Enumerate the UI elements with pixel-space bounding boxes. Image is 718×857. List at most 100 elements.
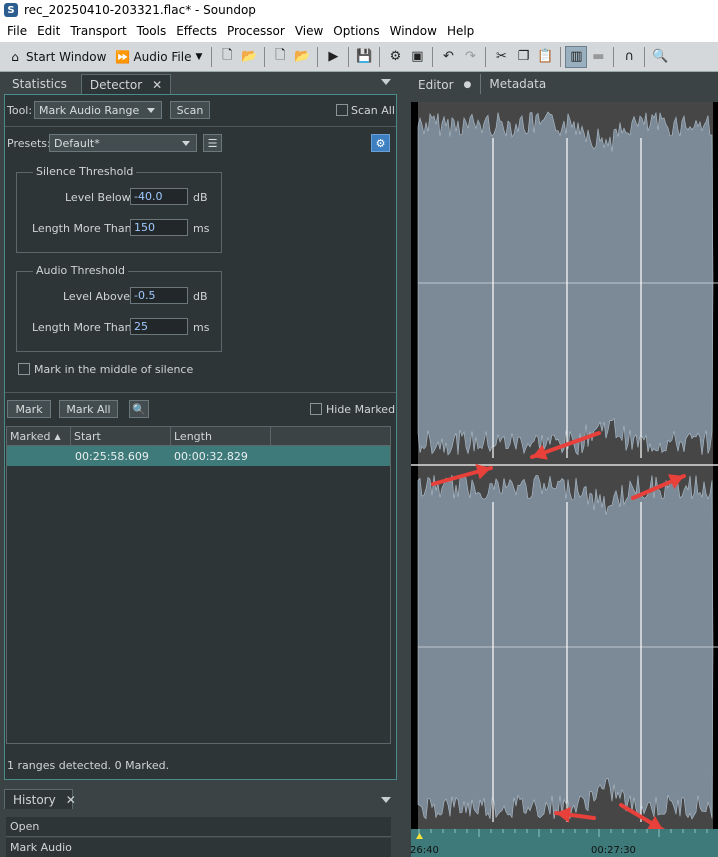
silence-level-input[interactable]: -40.0	[130, 188, 188, 205]
audio-length-unit: ms	[193, 321, 210, 334]
tab-metadata-label: Metadata	[489, 77, 547, 91]
silence-length-input[interactable]: 150	[130, 219, 188, 236]
start-window-button[interactable]: ⌂ Start Window	[4, 45, 109, 69]
find-button[interactable]: 🔍	[129, 400, 149, 418]
home-icon: ⌂	[11, 49, 19, 64]
cell-length: 00:00:32.829	[174, 449, 248, 463]
toolbar-separator	[644, 46, 646, 67]
hide-marked-label: Hide Marked	[326, 403, 396, 416]
tab-statistics-label: Statistics	[12, 77, 67, 91]
mark-all-button[interactable]: Mark All	[59, 400, 118, 418]
range-tool-icon[interactable]: ▬	[587, 46, 609, 68]
mark-middle-checkbox[interactable]	[18, 363, 30, 375]
editor-tab-bar: Editor ● Metadata	[401, 72, 718, 94]
audio-length-label: Length More Than:	[32, 321, 136, 334]
tab-metadata[interactable]: Metadata	[480, 74, 554, 94]
table-row[interactable]: 00:25:58.609 00:00:32.829	[7, 446, 390, 466]
zoom-icon[interactable]: 🔍	[649, 46, 671, 68]
menu-file[interactable]: File	[2, 24, 32, 38]
silence-length-unit: ms	[193, 222, 210, 235]
copy-icon[interactable]: ❐	[512, 46, 534, 68]
list-icon: ☰	[207, 136, 218, 150]
tool-select[interactable]: Mark Audio Range	[34, 101, 162, 119]
undo-icon[interactable]: ↶	[437, 46, 459, 68]
menu-effects[interactable]: Effects	[171, 24, 222, 38]
ruler-label-left: 26:40	[410, 845, 439, 856]
window-title: rec_20250410-203321.flac* - Soundop	[24, 3, 256, 17]
hide-marked-checkbox[interactable]	[310, 403, 322, 415]
timeline-ruler[interactable]: 26:40 00:27:30	[410, 829, 718, 857]
menu-options[interactable]: Options	[328, 24, 384, 38]
waveform-view[interactable]	[411, 102, 718, 832]
title-bar: S rec_20250410-203321.flac* - Soundop	[0, 0, 718, 20]
tab-editor[interactable]: Editor ●	[409, 74, 481, 94]
toolbar-separator	[264, 46, 266, 67]
menu-view[interactable]: View	[290, 24, 328, 38]
menu-transport[interactable]: Transport	[65, 24, 131, 38]
menu-window[interactable]: Window	[385, 24, 442, 38]
toolbar-separator	[379, 46, 381, 67]
toolbar-separator	[485, 46, 487, 67]
menu-tools[interactable]: Tools	[132, 24, 172, 38]
playhead-marker-icon[interactable]	[416, 833, 423, 839]
audio-threshold-group	[16, 271, 222, 352]
cut-icon[interactable]: ✂	[490, 46, 512, 68]
panel-menu-icon[interactable]	[381, 797, 391, 803]
waveform-channel	[417, 475, 714, 648]
toolbar-separator	[211, 46, 213, 67]
scan-button[interactable]: Scan	[170, 101, 210, 119]
history-item[interactable]: Mark Audio	[6, 838, 391, 857]
gear-icon[interactable]: ⚙	[384, 46, 406, 68]
open-project-icon[interactable]: 📂	[291, 46, 313, 68]
play-icon[interactable]: ▶	[322, 46, 344, 68]
close-icon[interactable]: ✕	[152, 78, 162, 92]
presets-select[interactable]: Default*	[49, 134, 197, 152]
tab-editor-label: Editor	[418, 77, 454, 92]
history-panel: History ✕ Open Mark Audio	[4, 789, 397, 857]
waveform-canvas[interactable]	[411, 102, 718, 832]
open-file-icon[interactable]: 📂	[238, 46, 260, 68]
chip-icon[interactable]: ▣	[406, 46, 428, 68]
paste-icon[interactable]: 📋	[534, 46, 556, 68]
toolbar: ⌂ Start Window ⏩ Audio File ▼ 🗋 📂 🗋 📂 ▶ …	[0, 42, 718, 72]
silence-level-unit: dB	[193, 191, 208, 204]
silence-threshold-title: Silence Threshold	[33, 165, 137, 178]
tab-detector[interactable]: Detector ✕	[80, 74, 172, 94]
results-table: Marked ▲ Start Length 00:25:58.609 00:00…	[6, 426, 391, 744]
settings-button[interactable]: ⚙	[371, 134, 390, 152]
sort-up-icon: ▲	[54, 431, 61, 441]
audio-level-unit: dB	[193, 290, 208, 303]
scan-all-checkbox[interactable]	[336, 104, 348, 116]
app-icon: S	[4, 3, 18, 17]
menu-processor[interactable]: Processor	[222, 24, 290, 38]
presets-list-button[interactable]: ☰	[203, 134, 222, 152]
chevron-down-icon: ▼	[195, 51, 203, 62]
panel-menu-icon[interactable]	[381, 79, 391, 85]
column-header-marked[interactable]: Marked ▲	[7, 427, 71, 445]
history-item[interactable]: Open	[6, 817, 391, 837]
silence-threshold-group	[16, 172, 222, 253]
close-icon[interactable]: ✕	[66, 793, 76, 807]
menu-help[interactable]: Help	[442, 24, 479, 38]
menu-bar: File Edit Transport Tools Effects Proces…	[0, 20, 718, 42]
audio-file-button[interactable]: ⏩ Audio File ▼	[111, 45, 205, 69]
scan-all-label: Scan All	[351, 104, 395, 117]
tab-statistics[interactable]: Statistics	[4, 74, 75, 94]
menu-edit[interactable]: Edit	[32, 24, 65, 38]
new-project-icon[interactable]: 🗋	[269, 46, 291, 68]
new-file-icon[interactable]: 🗋	[216, 46, 238, 68]
audio-file-label: Audio File	[133, 49, 192, 64]
audio-level-input[interactable]: -0.5	[130, 287, 188, 304]
save-icon[interactable]: 💾	[353, 46, 375, 68]
chevron-down-icon	[147, 108, 155, 113]
toolbar-separator	[560, 46, 562, 67]
audio-length-input[interactable]: 25	[130, 318, 188, 335]
snap-magnet-icon[interactable]: ∩	[618, 46, 640, 68]
column-header-start[interactable]: Start	[71, 427, 171, 445]
presets-label: Presets:	[7, 137, 51, 150]
redo-icon[interactable]: ↷	[459, 46, 481, 68]
tab-history[interactable]: History ✕	[4, 789, 76, 809]
mark-button[interactable]: Mark	[7, 400, 51, 418]
select-tool-icon[interactable]: ▥	[565, 45, 588, 68]
column-header-length[interactable]: Length	[171, 427, 271, 445]
